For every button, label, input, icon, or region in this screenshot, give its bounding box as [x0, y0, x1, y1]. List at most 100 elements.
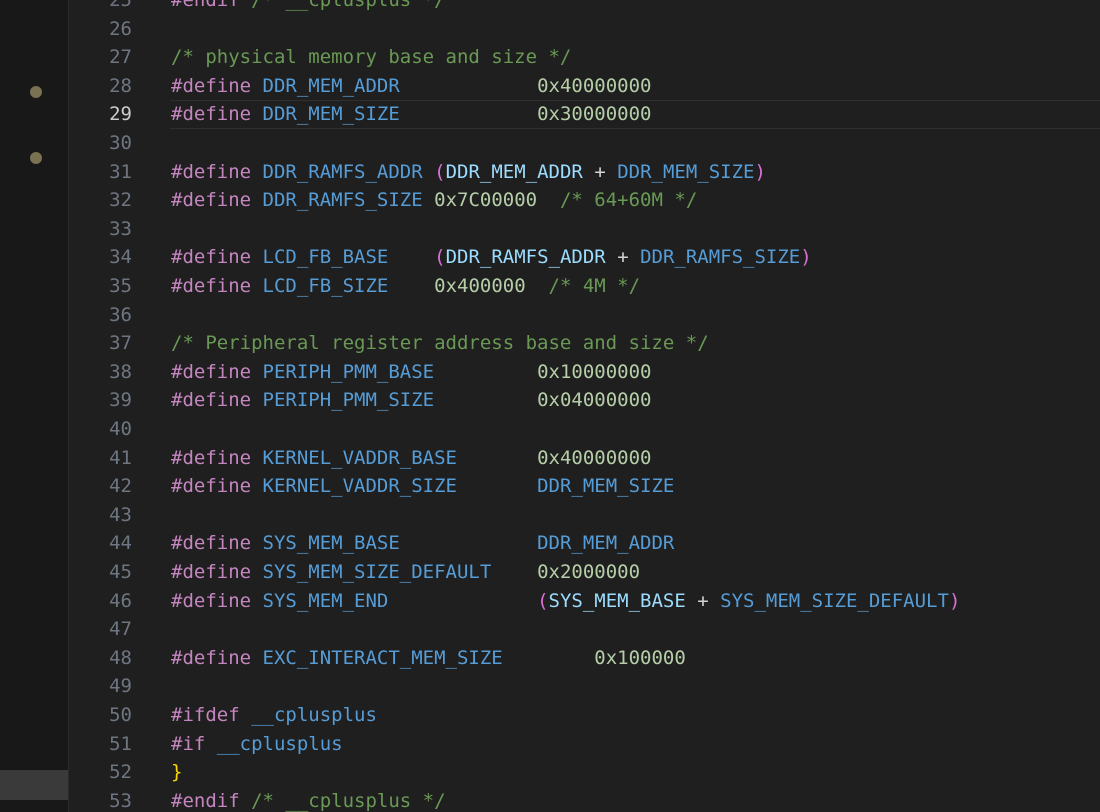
code-token: SYS_MEM_BASE — [262, 532, 400, 555]
code-token: } — [171, 761, 183, 784]
code-line[interactable]: #define DDR_MEM_ADDR 0x40000000 — [171, 72, 651, 101]
code-token: /* physical memory base and size */ — [171, 46, 572, 69]
code-line[interactable]: /* physical memory base and size */ — [171, 43, 571, 72]
code-token: /* 64+60M */ — [559, 189, 698, 212]
change-marker-icon[interactable] — [30, 152, 42, 164]
code-line[interactable]: #define PERIPH_PMM_BASE 0x10000000 — [171, 358, 651, 387]
code-line[interactable]: #define KERNEL_VADDR_SIZE DDR_MEM_SIZE — [171, 472, 674, 501]
code-line[interactable]: #define LCD_FB_SIZE 0x400000 /* 4M */ — [171, 272, 640, 301]
code-token: EXC_INTERACT_MEM_SIZE — [262, 646, 503, 669]
code-line[interactable]: /* Peripheral register address base and … — [171, 329, 709, 358]
code-line[interactable]: #endif /* __cplusplus */ — [171, 0, 446, 15]
code-line[interactable]: #define PERIPH_PMM_SIZE 0x04000000 — [171, 386, 651, 415]
code-token: SYS_MEM_SIZE_DEFAULT — [262, 561, 492, 583]
line-number: 41 — [109, 446, 132, 469]
code-token: /* __cplusplus */ — [251, 789, 446, 812]
code-token: 0x400000 — [434, 275, 526, 297]
code-token: DDR_MEM_SIZE — [617, 160, 755, 183]
code-token: 0x40000000 — [537, 446, 652, 469]
code-line[interactable]: #if __cplusplus — [171, 730, 343, 759]
code-token: DDR_MEM_SIZE — [537, 475, 675, 498]
code-token: SYS_MEM_END — [262, 589, 389, 612]
code-text-area[interactable]: #endif /* __cplusplus */ /* physical memo… — [132, 0, 1100, 812]
code-line[interactable]: } — [171, 758, 182, 787]
line-number: 52 — [109, 761, 132, 784]
code-editor[interactable]: 25 26 27 28 29 30 31 32 33 34 35 36 37 38 39 40 41 42 43 44… — [0, 0, 1100, 812]
code-token: ( — [434, 160, 446, 183]
code-line[interactable]: #define DDR_RAMFS_SIZE 0x7C00000 /* 64+6… — [171, 186, 697, 215]
code-token: KERNEL_VADDR_BASE — [262, 446, 457, 469]
line-number: 25 — [109, 0, 132, 11]
code-token: #define — [171, 103, 252, 126]
code-token: SYS_MEM_SIZE_DEFAULT — [720, 589, 949, 612]
code-token: #ifdef — [171, 704, 240, 726]
line-number: 36 — [109, 303, 132, 326]
code-token: ) — [800, 246, 812, 269]
line-number: 27 — [109, 46, 132, 69]
code-token: 0x10000000 — [537, 360, 652, 383]
code-line[interactable]: #define DDR_RAMFS_ADDR (DDR_MEM_ADDR + D… — [171, 158, 766, 187]
line-number: 48 — [109, 646, 132, 669]
line-number: 49 — [109, 675, 132, 698]
line-number: 35 — [109, 275, 132, 297]
line-number: 29 — [109, 103, 132, 126]
code-token: /* Peripheral register address base and … — [171, 332, 709, 355]
code-line[interactable]: #define LCD_FB_BASE (DDR_RAMFS_ADDR + DD… — [171, 243, 812, 272]
code-line[interactable]: #define SYS_MEM_END (SYS_MEM_BASE + SYS_… — [171, 587, 960, 616]
code-line[interactable]: #define DDR_MEM_SIZE 0x30000000 — [171, 100, 651, 129]
code-token: #define — [171, 389, 252, 412]
code-token: + — [582, 160, 618, 183]
line-number: 30 — [109, 132, 132, 154]
code-line[interactable]: #define SYS_MEM_BASE DDR_MEM_ADDR — [171, 529, 674, 558]
code-line[interactable]: #ifdef __cplusplus — [171, 701, 377, 730]
line-number: 39 — [109, 389, 132, 412]
code-line[interactable]: #endif /* __cplusplus */ — [171, 787, 446, 812]
code-token: ( — [434, 246, 446, 269]
code-token: DDR_MEM_ADDR — [262, 74, 400, 97]
line-number: 45 — [109, 561, 132, 583]
code-token: DDR_RAMFS_ADDR — [262, 160, 423, 183]
code-token: #define — [171, 360, 252, 383]
code-token: DDR_RAMFS_SIZE — [640, 246, 801, 269]
code-token: #if — [171, 732, 206, 755]
code-line[interactable]: #define KERNEL_VADDR_BASE 0x40000000 — [171, 444, 651, 473]
code-token: LCD_FB_SIZE — [262, 275, 389, 297]
code-token: 0x7C00000 — [434, 189, 538, 212]
line-number: 31 — [109, 160, 132, 183]
glyph-margin-selection — [0, 770, 68, 800]
code-token: KERNEL_VADDR_SIZE — [262, 475, 457, 498]
line-number-gutter: 25 26 27 28 29 30 31 32 33 34 35 36 37 38 39 40 41 42 43 44… — [70, 0, 132, 812]
line-number: 32 — [109, 189, 132, 212]
code-token: 0x04000000 — [537, 389, 652, 412]
code-line[interactable]: #define SYS_MEM_SIZE_DEFAULT 0x2000000 — [171, 558, 640, 587]
code-token: DDR_MEM_ADDR — [537, 532, 675, 555]
code-token: ) — [948, 589, 961, 612]
code-token: #endif — [171, 0, 240, 11]
line-number: 51 — [109, 732, 132, 755]
code-token: #define — [171, 246, 252, 269]
line-number: 47 — [109, 618, 132, 641]
code-token: DDR_MEM_ADDR — [445, 160, 583, 183]
code-token: SYS_MEM_BASE — [548, 589, 686, 612]
change-marker-icon[interactable] — [30, 86, 42, 98]
code-token: #define — [171, 189, 252, 212]
code-token: #define — [171, 589, 252, 612]
line-number: 37 — [109, 332, 132, 355]
code-line[interactable]: #define EXC_INTERACT_MEM_SIZE 0x100000 — [171, 644, 686, 673]
